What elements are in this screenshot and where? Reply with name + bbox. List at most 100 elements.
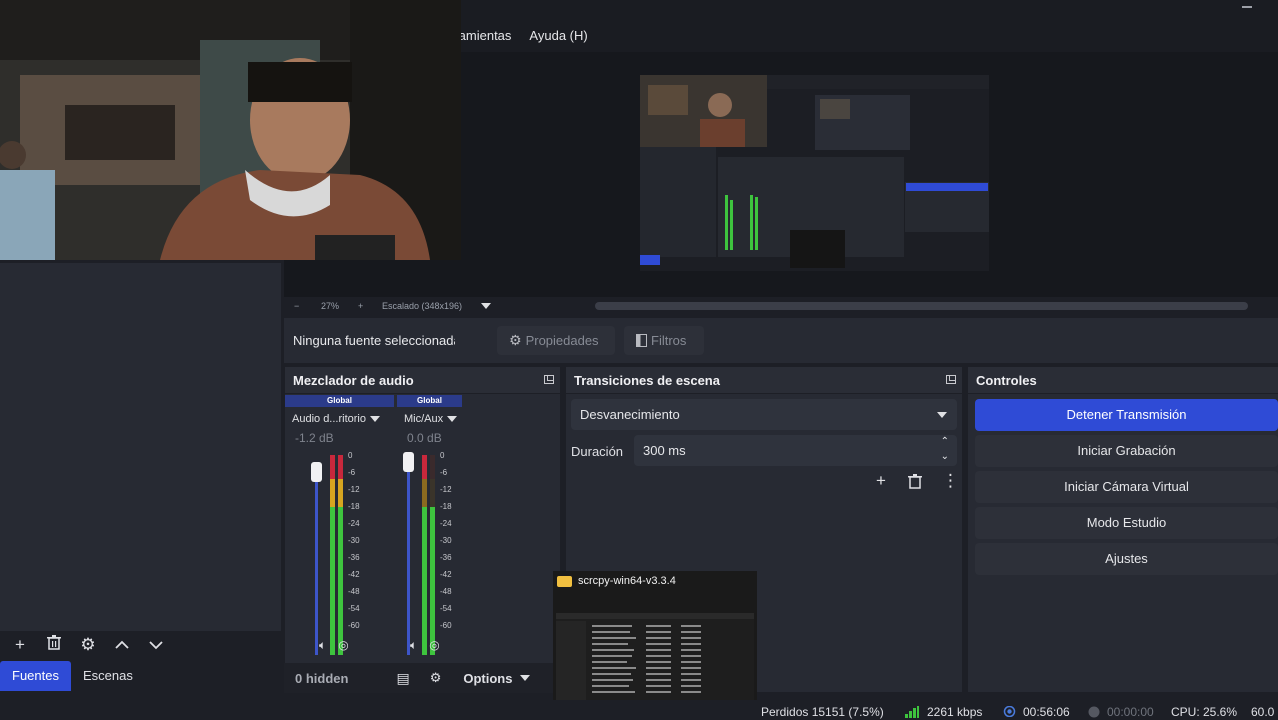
volume-slider-handle[interactable] (403, 452, 414, 472)
meter-tick: -18 (348, 502, 360, 511)
channel-name-dropdown[interactable]: Audio d...ritorio (285, 411, 394, 427)
record-time: 00:00:00 (1107, 705, 1154, 719)
level-meter-left (422, 455, 427, 655)
mixer-channel-mic: Global Mic/Aux 0.0 dB 0 -6 -12 -18 -24 -… (397, 395, 462, 663)
headphones-icon[interactable]: ◎ (429, 638, 439, 653)
channel-db: -1.2 dB (295, 431, 334, 445)
tab-sources[interactable]: Fuentes (0, 661, 71, 691)
chevron-down-icon (937, 412, 947, 418)
filters-button[interactable]: Filtros (624, 326, 704, 355)
meter-tick: -30 (440, 536, 452, 545)
channel-name-dropdown[interactable]: Mic/Aux (397, 411, 462, 427)
settings-button[interactable]: Ajustes (975, 543, 1278, 575)
studio-mode-button[interactable]: Modo Estudio (975, 507, 1278, 539)
transitions-header: Transiciones de escena (566, 367, 962, 394)
webcam-overlay (0, 0, 461, 260)
record-icon (1088, 706, 1100, 720)
headphones-icon[interactable]: ◎ (338, 638, 348, 653)
folder-icon (557, 575, 572, 587)
duration-spinbox[interactable]: 300 ms ⌃ ⌄ (634, 435, 957, 466)
gear-icon[interactable]: ⚙ (430, 670, 442, 686)
meter-tick: -36 (440, 553, 452, 562)
meter-tick: -24 (440, 519, 452, 528)
more-options-icon[interactable]: ⋮ (942, 471, 959, 491)
preview-image (640, 75, 989, 271)
chevron-down-icon[interactable] (520, 675, 531, 681)
start-recording-button[interactable]: Iniciar Grabación (975, 435, 1278, 467)
float-icon[interactable] (946, 375, 956, 384)
sources-toolbar: + ⚙ (0, 631, 281, 659)
dock-tabs: Fuentes Escenas (0, 661, 145, 691)
audio-mixer-panel: Mezclador de audio Global Audio d...rito… (285, 367, 560, 692)
menu-bar: rramientas Ayuda (H) (448, 22, 590, 50)
zoom-in-button[interactable]: + (358, 301, 363, 311)
level-meter-right (338, 455, 343, 655)
meter-tick: -12 (440, 485, 452, 494)
transition-select[interactable]: Desvanecimiento (571, 399, 957, 430)
menu-help[interactable]: Ayuda (H) (527, 22, 589, 50)
properties-label: Propiedades (525, 333, 599, 348)
stream-preview (640, 75, 989, 271)
explorer-thumbnail-image (556, 613, 754, 706)
tab-scenes[interactable]: Escenas (71, 661, 145, 691)
properties-button[interactable]: ⚙ Propiedades (497, 326, 615, 355)
fps: 60.0 (1251, 705, 1275, 719)
arrow-down-icon[interactable] (144, 633, 168, 657)
mixer-channel-desktop: Global Audio d...ritorio -1.2 dB 0 -6 -1… (285, 395, 394, 663)
meter-tick: -42 (348, 570, 360, 579)
spin-down-icon[interactable]: ⌄ (941, 441, 949, 472)
add-icon[interactable]: + (8, 633, 32, 657)
meter-tick: -60 (348, 621, 360, 630)
sources-list[interactable] (0, 263, 281, 631)
channel-db: 0.0 dB (407, 431, 442, 445)
meter-tick: 0 (440, 451, 445, 460)
gear-icon[interactable]: ⚙ (76, 633, 100, 657)
volume-slider[interactable] (315, 470, 318, 655)
stream-live-icon (1003, 705, 1016, 720)
meter-tick: -60 (440, 621, 452, 630)
transitions-title: Transiciones de escena (574, 373, 720, 388)
arrow-up-icon[interactable] (110, 633, 134, 657)
scaling-label: Escalado (348x196) (382, 301, 463, 311)
popup-title-row: scrcpy-win64-v3.3.4 (557, 575, 676, 587)
bitrate: 2261 kbps (927, 705, 983, 719)
layout-icon[interactable]: ▤ (396, 670, 409, 687)
channel-name: Audio d...ritorio (292, 413, 366, 425)
status-bar: Perdidos 15151 (7.5%) 2261 kbps 00:56:06… (0, 700, 1278, 720)
no-source-label: Ninguna fuente seleccionada (293, 333, 455, 348)
trash-icon[interactable] (42, 633, 66, 657)
zoom-out-button[interactable]: − (294, 301, 299, 311)
duration-value: 300 ms (643, 443, 686, 458)
chevron-down-icon[interactable] (481, 303, 491, 309)
meter-tick: 0 (348, 451, 353, 460)
speaker-icon[interactable]: 🔈︎ (319, 638, 326, 653)
add-icon[interactable]: + (876, 471, 886, 491)
speaker-icon[interactable]: 🔈︎ (410, 638, 417, 653)
stop-streaming-button[interactable]: Detener Transmisión (975, 399, 1278, 431)
meter-tick: -48 (348, 587, 360, 596)
channel-scope: Global (285, 395, 394, 407)
meter-tick: -30 (348, 536, 360, 545)
transition-selected: Desvanecimiento (580, 407, 680, 422)
horizontal-scrollbar[interactable] (595, 302, 1248, 310)
volume-slider[interactable] (407, 470, 410, 655)
minimize-icon[interactable] (1242, 6, 1252, 8)
float-icon[interactable] (544, 375, 554, 384)
trash-icon[interactable] (908, 474, 922, 494)
volume-slider-handle[interactable] (311, 462, 322, 482)
webcam-image (0, 0, 461, 260)
meter-tick: -42 (440, 570, 452, 579)
meter-tick: -54 (440, 604, 452, 613)
level-meter-left (330, 455, 335, 655)
channel-scope: Global (397, 395, 462, 407)
audio-mixer-header: Mezclador de audio (285, 367, 560, 394)
options-button[interactable]: Options (463, 671, 512, 686)
hidden-count: 0 hidden (295, 670, 349, 686)
signal-icon (905, 706, 919, 720)
filter-icon (636, 334, 647, 347)
meter-tick: -54 (348, 604, 360, 613)
stream-time: 00:56:06 (1023, 705, 1070, 719)
meter-tick: -18 (440, 502, 452, 511)
mixer-footer: 0 hidden ▤ ⚙ Options (284, 663, 560, 693)
start-virtual-camera-button[interactable]: Iniciar Cámara Virtual (975, 471, 1278, 503)
